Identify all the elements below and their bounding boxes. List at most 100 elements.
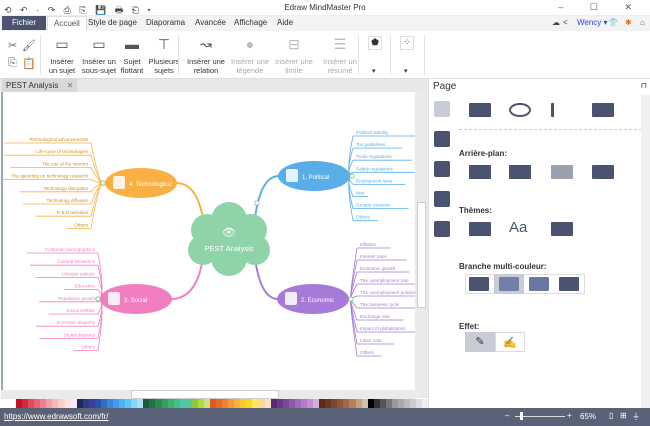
background-image-icon[interactable]: [509, 165, 531, 179]
leaf-topic[interactable]: Political stability: [356, 130, 389, 135]
ribbon-button-7[interactable]: ☰ Insérer un résumé: [318, 33, 362, 76]
format-painter-icon[interactable]: 🖌: [22, 39, 36, 52]
collapse-ribbon-icon[interactable]: ⌂: [640, 18, 645, 27]
leaf-topic[interactable]: Interest rates: [360, 254, 388, 259]
leaf-topic[interactable]: Cultural limitations: [57, 259, 95, 264]
tab-style-de-page[interactable]: Style de page: [88, 18, 137, 27]
leaf-topic[interactable]: Safety regulations: [356, 166, 393, 171]
leaf-topic[interactable]: Others: [356, 215, 370, 220]
selection-handle[interactable]: [254, 200, 260, 206]
collapse-toggle[interactable]: [348, 296, 354, 302]
leaf-topic[interactable]: The business cycle: [360, 302, 400, 307]
central-topic[interactable]: 👁 PEST Analysis: [188, 202, 270, 276]
leaf-topic[interactable]: The unemployment policies: [360, 290, 415, 295]
rainbow-option-2[interactable]: [499, 277, 519, 291]
ribbon-button-5[interactable]: ● Insérer une légende: [229, 33, 271, 76]
clipart-tab-icon[interactable]: [434, 161, 450, 177]
collapse-toggle[interactable]: [100, 180, 106, 186]
layout-icon[interactable]: ⁘: [400, 36, 414, 50]
leaf-topic[interactable]: R & D activities: [57, 210, 89, 215]
theme-color-icon[interactable]: [551, 222, 573, 236]
user-menu[interactable]: Wency ▾: [577, 18, 608, 27]
vertical-scrollbar[interactable]: [415, 92, 428, 398]
fit-all-icon[interactable]: ⊞: [620, 411, 627, 420]
leaf-topic[interactable]: Others: [81, 345, 95, 350]
leaf-topic[interactable]: Employment laws: [356, 178, 393, 183]
shirt-icon[interactable]: 👕: [608, 18, 618, 27]
leaf-topic[interactable]: Life-cycle of technologies: [36, 149, 88, 154]
leaf-topic[interactable]: Impact of globalization: [360, 326, 406, 331]
rainbow-option-4[interactable]: [559, 277, 579, 291]
presentation-icon[interactable]: ⏚: [632, 411, 640, 422]
task-tab-icon[interactable]: [434, 221, 450, 237]
leaf-topic[interactable]: Technological advancements: [29, 137, 89, 142]
pin-icon[interactable]: ⊓: [641, 81, 647, 90]
tab-affichage[interactable]: Affichage: [234, 18, 267, 27]
layout-radial-icon[interactable]: [509, 103, 531, 117]
ribbon-button-1[interactable]: ▭ Insérer un sous-sujet: [80, 33, 118, 76]
background-color-icon[interactable]: [469, 165, 491, 179]
leaf-topic[interactable]: Inflation: [360, 242, 377, 247]
leaf-topic[interactable]: Groups' pression: [356, 203, 391, 208]
tab-fichier[interactable]: Fichier: [2, 16, 46, 30]
collapse-toggle[interactable]: [95, 296, 101, 302]
rainbow-option-1[interactable]: [469, 277, 489, 291]
leaf-topic[interactable]: Education: [75, 284, 96, 289]
zoom-out-button[interactable]: –: [505, 411, 509, 420]
leaf-topic[interactable]: Technology diffusion: [46, 198, 88, 203]
watermark-icon[interactable]: [592, 165, 614, 179]
effect-flat-icon[interactable]: ✎: [465, 332, 495, 352]
close-tab-icon[interactable]: ✕: [67, 81, 74, 90]
window-controls[interactable]: – ☐ ✕: [558, 2, 644, 13]
tab-accueil[interactable]: Accueil: [47, 16, 87, 31]
leaf-topic[interactable]: The role of the internet: [42, 161, 89, 166]
leaf-topic[interactable]: Social welfare: [66, 308, 95, 313]
leaf-topic[interactable]: Labor cost: [360, 338, 382, 343]
horizontal-scrollbar[interactable]: [1, 390, 415, 399]
leaf-topic[interactable]: Exchange rate: [360, 314, 390, 319]
leaf-topic[interactable]: War: [356, 191, 365, 196]
style-icon[interactable]: ⬟: [368, 36, 382, 50]
cloud-icon[interactable]: ☁: [552, 18, 560, 27]
icons-tab-icon[interactable]: [434, 191, 450, 207]
panel-scrollbar[interactable]: [641, 95, 650, 408]
leaf-topic[interactable]: The unemployment rate: [360, 278, 409, 283]
layout-list-icon[interactable]: [592, 103, 614, 117]
leaf-topic[interactable]: Economic disparity: [56, 320, 95, 325]
layout-tree-icon[interactable]: [551, 103, 573, 117]
fit-page-icon[interactable]: ▯: [609, 411, 613, 420]
leaf-topic[interactable]: Others: [360, 350, 374, 355]
leaf-topic[interactable]: Digital disparity: [64, 332, 96, 337]
ribbon-button-0[interactable]: ▭ Insérer un sujet: [46, 33, 78, 76]
collapse-toggle[interactable]: [349, 173, 355, 179]
puzzle-icon[interactable]: ✱: [625, 18, 632, 27]
zoom-in-button[interactable]: +: [567, 411, 572, 420]
effect-hand-drawn-icon[interactable]: ✍: [495, 332, 525, 352]
zoom-slider-thumb[interactable]: [520, 412, 523, 420]
page-style-tab-icon[interactable]: [434, 101, 450, 117]
ribbon-button-6[interactable]: ⊟ Insérer une limite: [273, 33, 315, 76]
leaf-topic[interactable]: Tax guidelines: [356, 142, 386, 147]
layout-map-icon[interactable]: [469, 103, 491, 117]
leaf-topic[interactable]: Technology disruption: [44, 186, 89, 191]
leaf-topic[interactable]: Others: [74, 222, 88, 227]
website-link[interactable]: https://www.edrawsoft.com/fr/: [4, 412, 108, 421]
cut-icon[interactable]: ✂: [8, 39, 17, 52]
color-palette[interactable]: [0, 399, 429, 408]
theme-font-icon[interactable]: Aa: [509, 219, 527, 236]
outline-tab-icon[interactable]: [434, 131, 450, 147]
leaf-topic[interactable]: Lifestyle attitude: [62, 271, 96, 276]
leaf-topic[interactable]: Economic growth: [360, 266, 396, 271]
rainbow-option-3[interactable]: [529, 277, 549, 291]
leaf-topic[interactable]: Population growth: [58, 296, 95, 301]
theme-icon[interactable]: [469, 222, 491, 236]
mindmap-canvas[interactable]: Political stability Tax guidelines Trade r…: [1, 92, 415, 398]
leaf-topic[interactable]: The spending on technology research: [11, 174, 88, 179]
leaf-topic[interactable]: Trade regulations: [356, 154, 392, 159]
ribbon-button-3[interactable]: ⊤ Plusieurs sujets: [148, 33, 180, 76]
background-remove-icon[interactable]: [551, 165, 573, 179]
style-dropdown[interactable]: ▾: [372, 67, 376, 75]
leaf-topic[interactable]: Customer demographics: [45, 247, 96, 252]
ribbon-button-4[interactable]: ↝ Insérer une relation: [186, 33, 226, 76]
tab-diaporama[interactable]: Diaporama: [146, 18, 185, 27]
